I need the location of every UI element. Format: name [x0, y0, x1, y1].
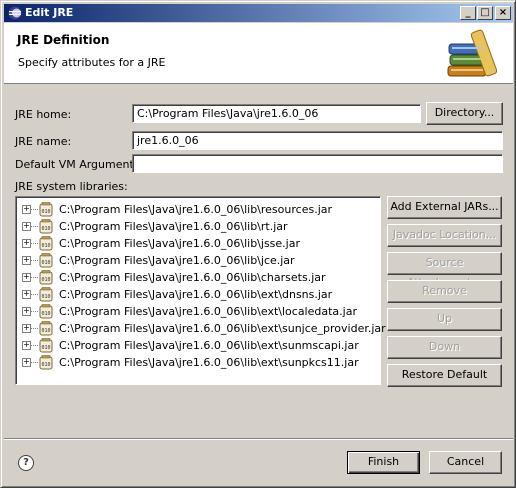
- svg-text:010: 010: [41, 226, 50, 232]
- jre-name-input[interactable]: jre1.6.0_06: [132, 131, 503, 150]
- svg-text:010: 010: [41, 277, 50, 283]
- footer-separator: [4, 438, 513, 440]
- page-title: JRE Definition: [17, 33, 110, 47]
- libraries-tree[interactable]: +010 C:\Program Files\Java\jre1.6.0_06\li…: [15, 196, 386, 385]
- library-path: C:\Program Files\Java\jre1.6.0_06\lib\re…: [59, 203, 333, 216]
- close-button[interactable]: ×: [495, 6, 511, 20]
- help-icon[interactable]: ?: [18, 455, 34, 471]
- tree-connector: [31, 226, 38, 227]
- source-attachment-button[interactable]: Source Attachment...: [387, 252, 502, 289]
- jar-icon: 010: [39, 355, 53, 370]
- svg-text:010: 010: [41, 311, 50, 317]
- vm-args-input[interactable]: [132, 154, 503, 173]
- svg-text:010: 010: [41, 243, 50, 249]
- expand-icon[interactable]: +: [22, 341, 31, 350]
- svg-text:010: 010: [41, 294, 50, 300]
- expand-icon[interactable]: +: [22, 273, 31, 282]
- jar-icon: 010: [39, 253, 53, 268]
- expand-icon[interactable]: +: [22, 239, 31, 248]
- svg-text:010: 010: [41, 328, 50, 334]
- title-bar[interactable]: Edit JRE _ □ ×: [4, 4, 513, 22]
- jar-icon: 010: [39, 321, 53, 336]
- library-path: C:\Program Files\Java\jre1.6.0_06\lib\ex…: [59, 356, 359, 369]
- finish-button[interactable]: Finish: [347, 451, 420, 474]
- jar-icon: 010: [39, 304, 53, 319]
- svg-text:010: 010: [41, 260, 50, 266]
- jar-icon: 010: [39, 338, 53, 353]
- expand-icon[interactable]: +: [22, 222, 31, 231]
- directory-button[interactable]: Directory...: [426, 102, 503, 125]
- svg-text:010: 010: [41, 362, 50, 368]
- tree-connector: [31, 328, 38, 329]
- expand-icon[interactable]: +: [22, 205, 31, 214]
- down-button[interactable]: Down: [387, 336, 502, 359]
- tree-connector: [31, 209, 38, 210]
- add-external-jars-button[interactable]: Add External JARs...: [387, 196, 502, 219]
- jar-icon: 010: [39, 287, 53, 302]
- tree-connector: [31, 294, 38, 295]
- library-path: C:\Program Files\Java\jre1.6.0_06\lib\ex…: [59, 288, 333, 301]
- jre-home-label: JRE home:: [15, 108, 72, 121]
- expand-icon[interactable]: +: [22, 358, 31, 367]
- library-path: C:\Program Files\Java\jre1.6.0_06\lib\rt…: [59, 220, 288, 233]
- expand-icon[interactable]: +: [22, 256, 31, 265]
- svg-text:010: 010: [41, 345, 50, 351]
- tree-connector: [31, 345, 38, 346]
- page-subtitle: Specify attributes for a JRE: [18, 56, 166, 69]
- libraries-label: JRE system libraries:: [15, 180, 128, 193]
- expand-icon[interactable]: +: [22, 290, 31, 299]
- eclipse-app-icon: [8, 6, 22, 20]
- jar-icon: 010: [39, 270, 53, 285]
- library-path: C:\Program Files\Java\jre1.6.0_06\lib\ex…: [59, 322, 386, 335]
- jre-home-input[interactable]: C:\Program Files\Java\jre1.6.0_06: [132, 104, 421, 123]
- tree-connector: [31, 277, 38, 278]
- dialog-header: JRE Definition Specify attributes for a …: [4, 23, 513, 84]
- window-title: Edit JRE: [25, 6, 74, 19]
- svg-text:010: 010: [41, 209, 50, 215]
- edit-jre-dialog: Edit JRE _ □ × JRE Definition Specify at…: [0, 0, 516, 488]
- up-button[interactable]: Up: [387, 308, 502, 331]
- library-path: C:\Program Files\Java\jre1.6.0_06\lib\ex…: [59, 305, 357, 318]
- tree-connector: [31, 260, 38, 261]
- cancel-button[interactable]: Cancel: [429, 451, 502, 474]
- remove-button[interactable]: Remove: [387, 280, 502, 303]
- maximize-button[interactable]: □: [477, 6, 493, 20]
- expand-icon[interactable]: +: [22, 307, 31, 316]
- library-path: C:\Program Files\Java\jre1.6.0_06\lib\jc…: [59, 254, 295, 267]
- javadoc-location-button[interactable]: Javadoc Location...: [387, 224, 502, 247]
- jar-icon: 010: [39, 219, 53, 234]
- tree-connector: [31, 243, 38, 244]
- restore-default-button[interactable]: Restore Default: [387, 364, 502, 387]
- library-path: C:\Program Files\Java\jre1.6.0_06\lib\js…: [59, 237, 300, 250]
- vm-args-label: Default VM Arguments:: [15, 158, 144, 171]
- jar-icon: 010: [39, 202, 53, 217]
- tree-connector: [31, 362, 38, 363]
- jar-icon: 010: [39, 236, 53, 251]
- expand-icon[interactable]: +: [22, 324, 31, 333]
- library-path: C:\Program Files\Java\jre1.6.0_06\lib\ex…: [59, 339, 359, 352]
- library-books-icon: [447, 29, 498, 77]
- jre-name-label: JRE name:: [15, 135, 72, 148]
- tree-connector: [31, 311, 38, 312]
- library-path: C:\Program Files\Java\jre1.6.0_06\lib\ch…: [59, 271, 326, 284]
- minimize-button[interactable]: _: [460, 6, 476, 20]
